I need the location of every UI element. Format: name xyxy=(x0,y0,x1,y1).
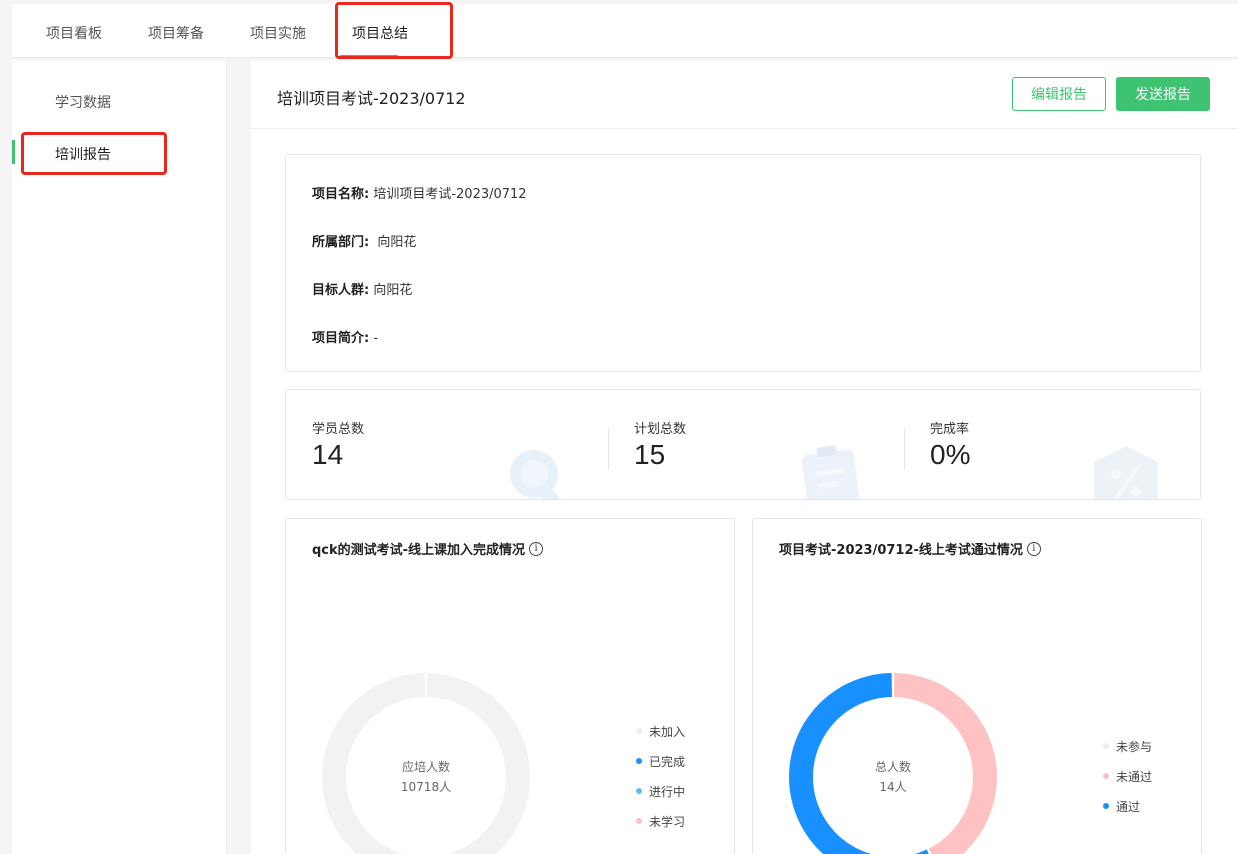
chart-legend: 未参与 未通过 通过 xyxy=(1103,731,1152,821)
stat-completion: 完成率 0% xyxy=(930,418,970,471)
legend-item[interactable]: 未加入 xyxy=(636,716,685,746)
department-value: 向阳花 xyxy=(377,235,417,250)
stat-completion-value: 0% xyxy=(930,439,971,470)
legend-item[interactable]: 未通过 xyxy=(1103,761,1152,791)
legend-label: 通过 xyxy=(1116,799,1141,814)
legend-label: 未参与 xyxy=(1116,739,1153,754)
donut-center-value: 14人 xyxy=(879,780,907,794)
project-name-label: 项目名称: xyxy=(312,187,370,202)
send-report-button[interactable]: 发送报告 xyxy=(1116,77,1210,111)
magnifier-icon xyxy=(510,450,569,499)
stat-plans-value: 15 xyxy=(634,439,666,470)
page-title: 培训项目考试-2023/0712 xyxy=(277,89,466,108)
target-group-value: 向阳花 xyxy=(373,283,413,298)
legend-label: 未加入 xyxy=(649,724,686,739)
legend-dot xyxy=(636,758,642,764)
main-header: 培训项目考试-2023/0712 编辑报告 发送报告 xyxy=(251,60,1238,129)
sidebar: 学习数据 培训报告 xyxy=(12,60,227,854)
tab-project-board[interactable]: 项目看板 xyxy=(46,23,102,43)
main-content: 培训项目考试-2023/0712 编辑报告 发送报告 项目名称: 培训项目考试-… xyxy=(251,60,1238,854)
legend-item[interactable]: 未学习 xyxy=(636,806,685,836)
donut-center: 应培人数 10718人 xyxy=(376,757,476,797)
chart-title: 项目考试-2023/0712-线上考试通过情况 i xyxy=(779,539,1041,558)
target-group-row: 目标人群: 向阳花 xyxy=(312,279,412,298)
legend-item[interactable]: 未参与 xyxy=(1103,731,1152,761)
department-label: 所属部门: xyxy=(312,235,370,250)
chart-legend: 未加入 已完成 进行中 未学习 xyxy=(636,716,685,836)
percent-badge-icon xyxy=(1094,446,1158,499)
department-row: 所属部门: 向阳花 xyxy=(312,231,416,250)
legend-dot xyxy=(1103,773,1109,779)
project-intro-row: 项目简介: - xyxy=(312,327,378,346)
sidebar-item-learning-data[interactable]: 学习数据 xyxy=(55,92,111,112)
stats-card: 学员总数 14 计划总数 15 完成率 0% xyxy=(285,389,1201,500)
stat-completion-label: 完成率 xyxy=(930,422,970,437)
stat-divider xyxy=(608,428,609,470)
tab-project-summary[interactable]: 项目总结 xyxy=(352,23,408,43)
legend-item[interactable]: 通过 xyxy=(1103,791,1152,821)
legend-item[interactable]: 进行中 xyxy=(636,776,685,806)
active-tab-indicator xyxy=(340,55,398,58)
legend-dot xyxy=(1103,743,1109,749)
legend-label: 进行中 xyxy=(649,784,686,799)
legend-dot xyxy=(636,818,642,824)
stat-students-label: 学员总数 xyxy=(312,422,365,437)
info-icon[interactable]: i xyxy=(529,541,544,556)
top-tab-bar: 项目看板 项目筹备 项目实施 项目总结 xyxy=(12,4,1238,58)
project-name-row: 项目名称: 培训项目考试-2023/0712 xyxy=(312,183,527,202)
stat-plans-label: 计划总数 xyxy=(634,422,687,437)
project-intro-value: - xyxy=(373,331,379,346)
edit-report-button[interactable]: 编辑报告 xyxy=(1012,77,1106,111)
tab-project-implement[interactable]: 项目实施 xyxy=(250,23,306,43)
sidebar-active-marker xyxy=(12,140,15,164)
legend-dot xyxy=(1103,803,1109,809)
donut-center: 总人数 14人 xyxy=(843,757,943,797)
clipboard-icon xyxy=(801,445,861,499)
legend-label: 未通过 xyxy=(1116,769,1153,784)
legend-item[interactable]: 已完成 xyxy=(636,746,685,776)
chart-title-text: 项目考试-2023/0712-线上考试通过情况 xyxy=(779,543,1023,558)
stat-divider xyxy=(904,428,905,470)
legend-label: 已完成 xyxy=(649,754,686,769)
chart-title-text: qck的测试考试-线上课加入完成情况 xyxy=(312,543,526,558)
stat-students-value: 14 xyxy=(312,439,344,470)
project-info-card: 项目名称: 培训项目考试-2023/0712 所属部门: 向阳花 目标人群: 向… xyxy=(285,154,1201,372)
project-intro-label: 项目简介: xyxy=(312,331,370,346)
legend-label: 未学习 xyxy=(649,814,686,829)
info-icon[interactable]: i xyxy=(1026,541,1041,556)
project-name-value: 培训项目考试-2023/0712 xyxy=(373,187,527,202)
legend-dot xyxy=(636,728,642,734)
legend-dot xyxy=(636,788,642,794)
chart-card-exam-pass: 项目考试-2023/0712-线上考试通过情况 i 总人数 14人 未参与 未通… xyxy=(752,518,1202,854)
donut-center-value: 10718人 xyxy=(400,780,452,794)
chart-card-course-completion: qck的测试考试-线上课加入完成情况 i 应培人数 10718人 未加入 已完成… xyxy=(285,518,735,854)
stat-students: 学员总数 14 xyxy=(312,418,364,471)
sidebar-item-training-report[interactable]: 培训报告 xyxy=(55,144,111,164)
stat-plans: 计划总数 15 xyxy=(634,418,686,471)
chart-title: qck的测试考试-线上课加入完成情况 i xyxy=(312,539,544,558)
donut-center-label: 总人数 xyxy=(874,760,911,774)
donut-center-label: 应培人数 xyxy=(401,760,450,774)
tab-project-prep[interactable]: 项目筹备 xyxy=(148,23,204,43)
target-group-label: 目标人群: xyxy=(312,283,370,298)
